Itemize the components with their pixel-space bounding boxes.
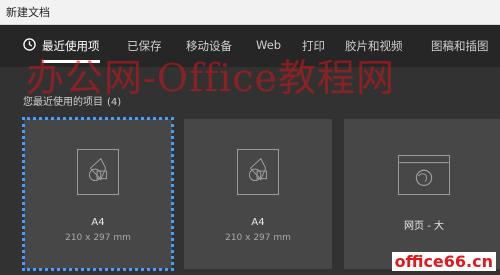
recent-item-size: 210 x 297 mm: [65, 233, 131, 243]
recent-count: (4): [107, 97, 122, 108]
new-document-window: 新建文档 最近使用项 已保存 移动设备 Web 打印 胶片和视频 图稿和插图 您…: [0, 0, 500, 275]
recent-item-card[interactable]: 网页 - 大: [344, 119, 500, 269]
recent-item-name: A4: [251, 217, 265, 228]
tab-web[interactable]: Web: [256, 38, 281, 52]
art-document-icon: [237, 149, 279, 195]
clock-icon: [23, 38, 36, 51]
recent-item-name: A4: [91, 217, 105, 228]
title-bar: 新建文档: [0, 0, 500, 25]
recent-panel: 您最近使用的项目 (4) A4 210 x 297 mm A4 210 x 297…: [0, 67, 500, 275]
tab-print[interactable]: 打印: [302, 38, 325, 54]
recent-title-text: 您最近使用的项目: [23, 97, 103, 108]
category-tabs: 最近使用项 已保存 移动设备 Web 打印 胶片和视频 图稿和插图: [0, 25, 500, 67]
tab-mobile[interactable]: 移动设备: [186, 38, 232, 54]
recent-item-size: 210 x 297 mm: [225, 233, 291, 243]
recent-section-title: 您最近使用的项目 (4): [23, 93, 121, 108]
recent-item-card[interactable]: A4 210 x 297 mm: [22, 117, 174, 271]
web-globe-icon: [398, 155, 450, 195]
recent-item-card[interactable]: A4 210 x 297 mm: [184, 119, 332, 269]
tab-recent[interactable]: 最近使用项: [42, 38, 100, 63]
tab-art-illustration[interactable]: 图稿和插图: [431, 38, 489, 54]
tab-film-video[interactable]: 胶片和视频: [345, 38, 403, 54]
window-title: 新建文档: [6, 6, 50, 19]
art-document-icon: [77, 149, 119, 195]
tab-saved[interactable]: 已保存: [127, 38, 162, 54]
recent-item-name: 网页 - 大: [404, 221, 444, 232]
